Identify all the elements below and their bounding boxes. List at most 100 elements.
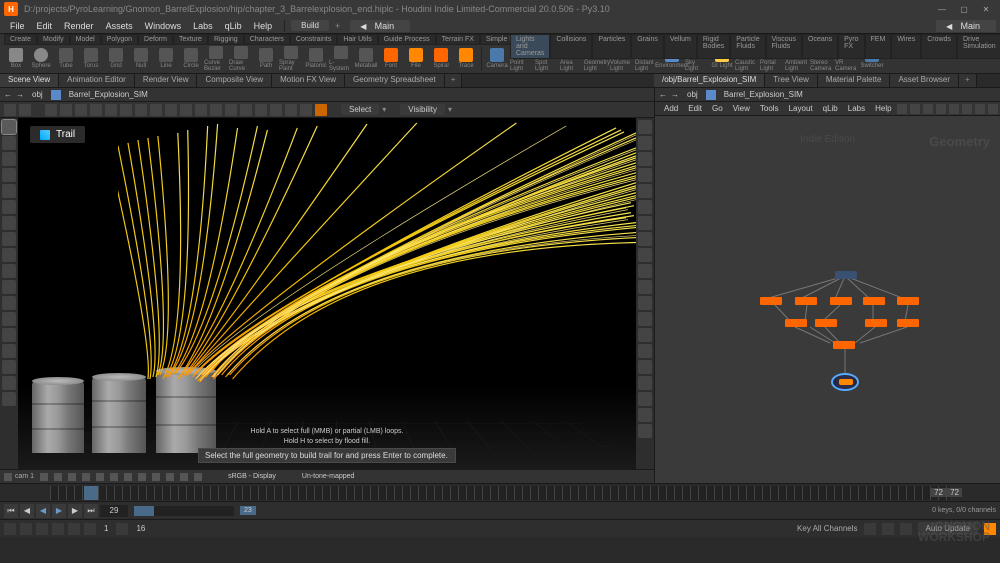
shelf-tool[interactable]: L-System xyxy=(329,46,353,72)
shelf-tab[interactable]: Model xyxy=(70,34,101,45)
view-icon[interactable] xyxy=(166,473,174,481)
shelf-tool[interactable]: Spray Paint xyxy=(279,46,303,72)
net-menu[interactable]: Go xyxy=(707,104,728,113)
shelf-tab[interactable]: Collisions xyxy=(550,34,592,59)
view-btn[interactable] xyxy=(105,104,117,116)
display-option-icon[interactable] xyxy=(638,232,652,246)
view-btn[interactable] xyxy=(45,104,57,116)
node[interactable] xyxy=(833,341,855,349)
path-back-icon[interactable]: ← xyxy=(4,90,12,99)
key-icon[interactable] xyxy=(882,523,894,535)
tool-icon[interactable] xyxy=(2,280,16,294)
shelf-tool[interactable]: Circle xyxy=(179,46,203,72)
pane-tab[interactable]: Geometry Spreadsheet xyxy=(345,74,445,87)
status-icon[interactable] xyxy=(20,523,32,535)
pane-tab[interactable]: Scene View xyxy=(0,74,59,87)
view-btn[interactable] xyxy=(120,104,132,116)
view-btn[interactable] xyxy=(210,104,222,116)
status-icon[interactable] xyxy=(68,523,80,535)
view-icon[interactable] xyxy=(68,473,76,481)
tone-map-label[interactable]: Un-tone-mapped xyxy=(302,473,355,480)
add-pane-tab[interactable]: + xyxy=(445,74,463,87)
net-toolbar-icon[interactable] xyxy=(923,104,933,114)
display-option-icon[interactable] xyxy=(638,168,652,182)
shelf-tool[interactable]: Torus xyxy=(79,46,103,72)
net-toolbar-icon[interactable] xyxy=(988,104,998,114)
desktop-main-arrow[interactable]: ◀ Main xyxy=(350,20,410,32)
timeline-cursor[interactable] xyxy=(84,486,98,500)
shelf-tab[interactable]: Texture xyxy=(173,34,208,45)
view-icon[interactable] xyxy=(138,473,146,481)
view-btn[interactable] xyxy=(60,104,72,116)
net-toolbar-icon[interactable] xyxy=(949,104,959,114)
lock-icon[interactable] xyxy=(84,523,96,535)
display-option-icon[interactable] xyxy=(638,392,652,406)
view-btn[interactable] xyxy=(19,104,31,116)
shelf-tab[interactable]: Rigging xyxy=(208,34,244,45)
view-btn[interactable] xyxy=(150,104,162,116)
shelf-tool[interactable]: Grid xyxy=(104,46,128,72)
visibility-dropdown[interactable]: Visibility xyxy=(400,104,445,115)
node[interactable] xyxy=(863,297,885,305)
node[interactable] xyxy=(830,297,852,305)
status-icon[interactable] xyxy=(36,523,48,535)
lock-icon[interactable] xyxy=(116,523,128,535)
node[interactable] xyxy=(785,319,807,327)
display-option-icon[interactable] xyxy=(638,200,652,214)
color-space-label[interactable]: sRGB - Display xyxy=(228,473,276,480)
shelf-tab[interactable]: Rigid Bodies xyxy=(697,34,730,59)
tool-icon[interactable] xyxy=(2,344,16,358)
net-menu[interactable]: Edit xyxy=(683,104,707,113)
shelf-tool[interactable]: Metaball xyxy=(354,46,378,72)
key-all-button[interactable]: Key All Channels xyxy=(797,524,857,533)
shelf-tab[interactable]: FEM xyxy=(865,34,892,59)
prev-frame-button[interactable]: ◀ xyxy=(20,504,34,518)
pane-tab[interactable]: Render View xyxy=(135,74,198,87)
tool-icon[interactable] xyxy=(2,264,16,278)
range-slider[interactable] xyxy=(134,506,234,516)
node[interactable] xyxy=(865,319,887,327)
range-start-field[interactable]: 1 xyxy=(100,524,112,533)
shelf-tool[interactable]: Spiral xyxy=(429,46,453,72)
display-option-icon[interactable] xyxy=(638,360,652,374)
display-option-icon[interactable] xyxy=(638,136,652,150)
view-btn[interactable] xyxy=(300,104,312,116)
key-icon[interactable] xyxy=(864,523,876,535)
tool-icon[interactable] xyxy=(2,296,16,310)
view-btn[interactable] xyxy=(90,104,102,116)
shelf-tool[interactable]: Draw Curve xyxy=(229,46,253,72)
next-frame-button[interactable]: ▶ xyxy=(68,504,82,518)
desktop-main-right[interactable]: ◀ Main xyxy=(936,20,996,32)
shelf-tab[interactable]: Vellum xyxy=(664,34,697,59)
shelf-tool[interactable]: File xyxy=(404,46,428,72)
view-btn[interactable] xyxy=(240,104,252,116)
view-icon[interactable] xyxy=(152,473,160,481)
display-option-icon[interactable] xyxy=(638,424,652,438)
first-frame-button[interactable]: ⏮ xyxy=(4,504,18,518)
display-option-icon[interactable] xyxy=(638,152,652,166)
minimize-button[interactable]: — xyxy=(932,2,952,16)
shelf-tool[interactable]: Line xyxy=(154,46,178,72)
node[interactable] xyxy=(897,297,919,305)
display-option-icon[interactable] xyxy=(638,312,652,326)
tool-icon[interactable] xyxy=(2,232,16,246)
view-icon[interactable] xyxy=(82,473,90,481)
shelf-tab[interactable]: Particle Fluids xyxy=(730,34,765,59)
shelf-tool[interactable]: Null xyxy=(129,46,153,72)
path-fwd-icon[interactable]: → xyxy=(671,90,679,99)
view-icon[interactable] xyxy=(96,473,104,481)
shelf-tool[interactable]: Path xyxy=(254,46,278,72)
net-menu[interactable]: qLib xyxy=(818,104,843,113)
pane-tab[interactable]: /obj/Barrel_Explosion_SIM xyxy=(654,74,765,87)
net-menu[interactable]: View xyxy=(728,104,755,113)
output-node[interactable] xyxy=(831,373,859,391)
shelf-tab[interactable]: Oceans xyxy=(802,34,838,59)
shelf-tab[interactable]: Terrain FX xyxy=(436,34,480,45)
view-icon[interactable] xyxy=(194,473,202,481)
range-end-field[interactable]: 16 xyxy=(132,524,149,533)
view-btn[interactable] xyxy=(255,104,267,116)
node[interactable] xyxy=(835,271,857,279)
view-btn[interactable] xyxy=(165,104,177,116)
pane-tab[interactable]: Composite View xyxy=(197,74,272,87)
display-option-icon[interactable] xyxy=(638,408,652,422)
